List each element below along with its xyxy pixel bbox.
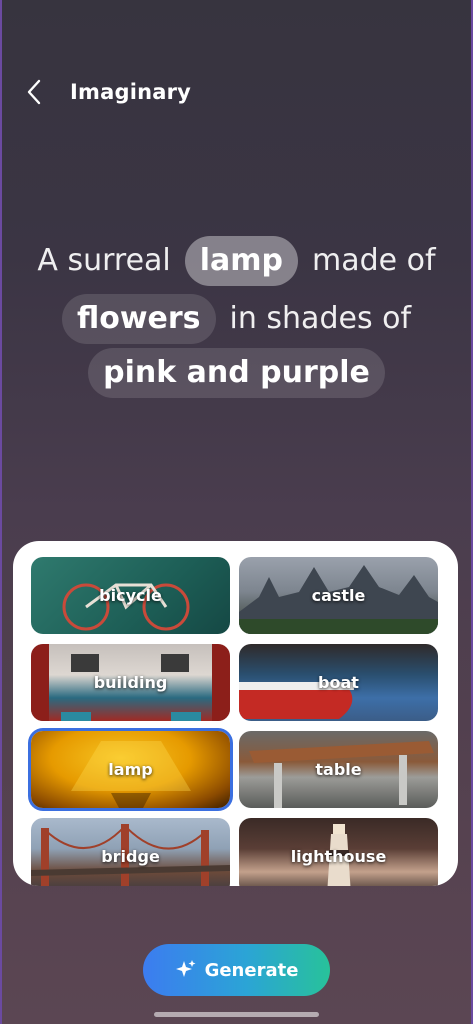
option-label: bridge	[101, 847, 160, 866]
option-lamp[interactable]: lamp	[31, 731, 230, 808]
option-label: building	[93, 673, 168, 692]
option-castle[interactable]: castle	[239, 557, 438, 634]
sparkles-icon	[175, 960, 196, 977]
prompt-chip-material[interactable]: flowers	[61, 294, 216, 344]
home-indicator[interactable]	[154, 1012, 319, 1017]
object-grid: bicycle castle building boat lamp table …	[31, 557, 438, 886]
option-label: lighthouse	[290, 847, 387, 866]
prompt-line-2: flowers in shades of	[0, 290, 473, 348]
generate-label: Generate	[204, 959, 299, 981]
prompt-line-3: pink and purple	[0, 348, 473, 398]
option-label: boat	[318, 673, 359, 692]
prompt-text: A surreal lamp made of flowers in shades…	[0, 232, 473, 398]
object-picker-panel: bicycle castle building boat lamp table …	[13, 541, 458, 886]
prompt-text-segment: in shades of	[229, 301, 412, 336]
back-button[interactable]	[26, 72, 62, 112]
page-title: Imaginary	[70, 80, 192, 104]
option-label: lamp	[108, 760, 153, 779]
option-building[interactable]: building	[31, 644, 230, 721]
chevron-left-icon	[27, 79, 41, 105]
generate-button[interactable]: Generate	[143, 944, 330, 996]
option-bridge[interactable]: bridge	[31, 818, 230, 886]
prompt-text-segment: A surreal	[37, 243, 171, 278]
app-header: Imaginary	[26, 72, 191, 112]
option-lighthouse[interactable]: lighthouse	[239, 818, 438, 886]
prompt-chip-color[interactable]: pink and purple	[88, 348, 385, 398]
option-bicycle[interactable]: bicycle	[31, 557, 230, 634]
option-label: table	[315, 760, 362, 779]
option-label: bicycle	[99, 586, 162, 605]
option-table[interactable]: table	[239, 731, 438, 808]
prompt-text-segment: made of	[312, 243, 436, 278]
option-label: castle	[311, 586, 366, 605]
prompt-chip-object[interactable]: lamp	[184, 236, 299, 286]
option-boat[interactable]: boat	[239, 644, 438, 721]
prompt-line-1: A surreal lamp made of	[0, 232, 473, 290]
